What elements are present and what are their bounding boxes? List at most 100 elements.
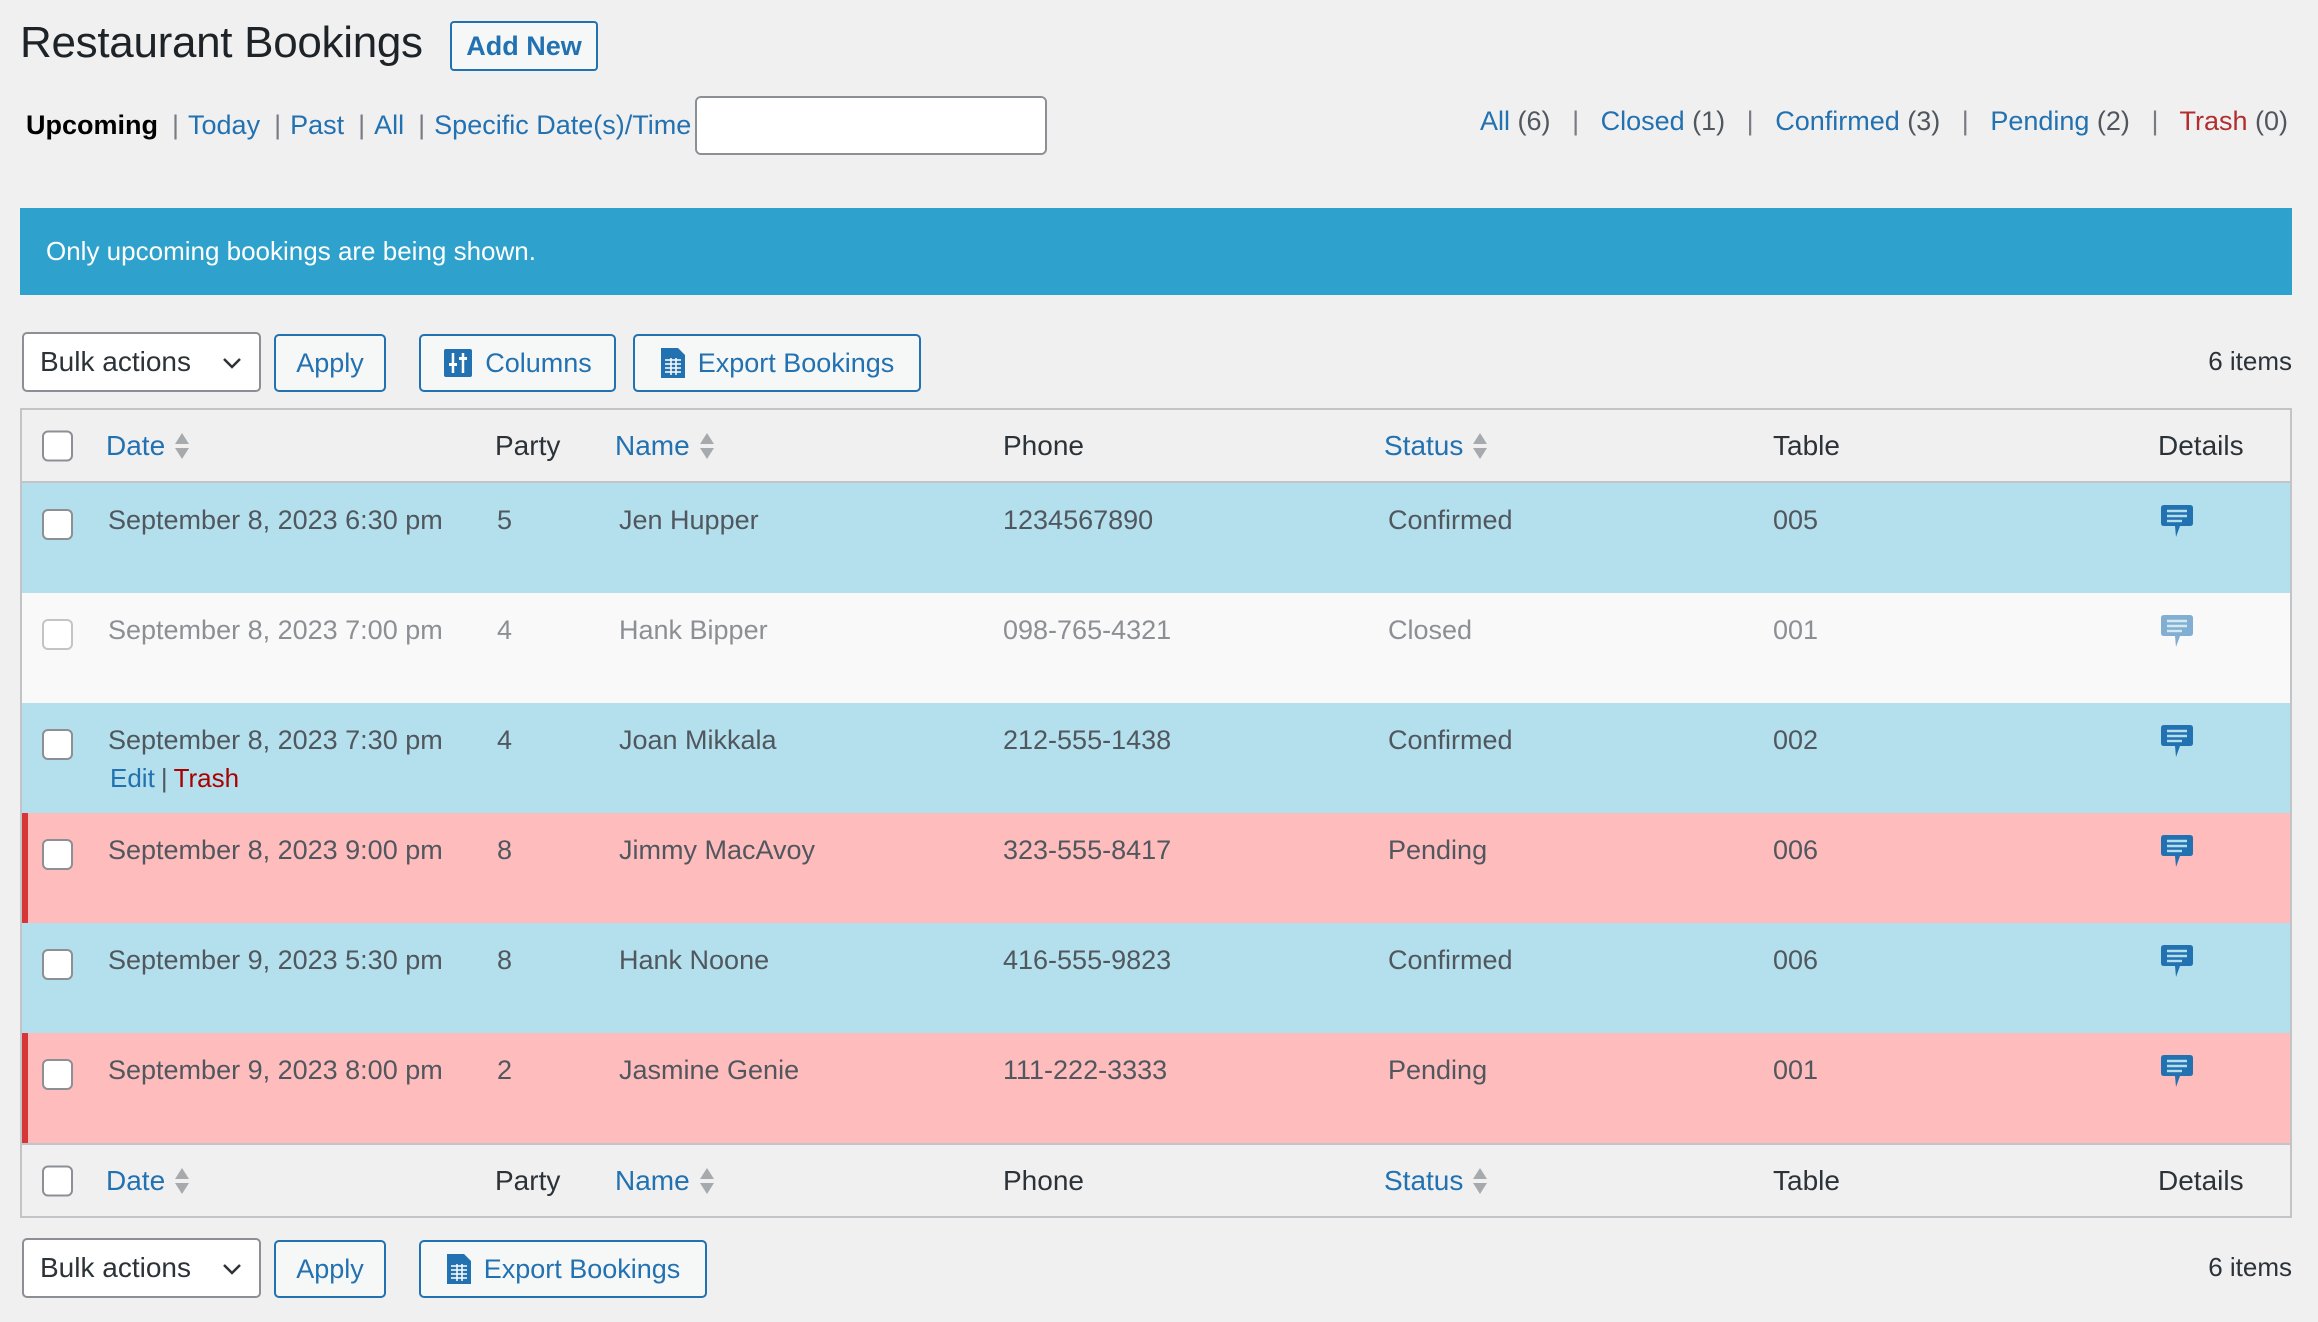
row-checkbox[interactable] [42,1059,73,1090]
columns-label: Columns [485,347,592,378]
table-footer: Date Party Name Phone Status Table Detai… [22,1143,2290,1216]
columns-button[interactable]: Columns [419,334,616,392]
guest-name: Jimmy MacAvoy [619,835,816,865]
column-date-footer[interactable]: Date [106,1165,190,1197]
status-confirmed[interactable]: Confirmed [1775,106,1900,136]
table-row: September 8, 2023 7:00 pm 4 Hank Bipper 098… [22,593,2290,703]
column-status-footer[interactable]: Status [1384,1164,1488,1197]
phone-number: 323-555-8417 [1003,835,1172,865]
items-count: 6 items [2208,346,2292,376]
add-new-button[interactable]: Add New [450,21,598,71]
guest-name: Hank Bipper [619,615,768,645]
filter-specific-date[interactable]: Specific Date(s)/Time [434,110,691,141]
status-pending-count: (2) [2096,106,2130,136]
details-comment-icon[interactable] [2160,1053,2194,1096]
row-checkbox[interactable] [42,729,73,760]
column-table: Table [1773,429,1840,461]
table-row: September 8, 2023 6:30 pm 5 Jen Hupper 1234… [22,483,2290,593]
column-name-label: Name [615,429,690,461]
column-date[interactable]: Date [106,429,190,462]
sort-icon [699,1167,714,1194]
row-checkbox[interactable] [42,509,73,540]
details-comment-icon[interactable] [2160,613,2194,656]
row-checkbox[interactable] [42,949,73,980]
party-size: 8 [497,835,513,865]
status-trash[interactable]: Trash [2179,106,2247,136]
apply-button-bottom[interactable]: Apply [274,1240,386,1298]
phone-number: 1234567890 [1003,505,1154,535]
guest-name: Joan Mikkala [619,725,777,755]
status-pending[interactable]: Pending [1990,106,2089,136]
status-filter-links: All (6) | Closed (1) | Confirmed (3) | P… [1480,106,2288,137]
select-all-checkbox[interactable] [42,430,73,461]
phone-number: 212-555-1438 [1003,725,1172,755]
booking-status: Pending [1388,835,1488,865]
bulk-actions-select[interactable]: Bulk actions [22,332,261,392]
column-name-footer[interactable]: Name [615,1165,714,1197]
table-row: September 9, 2023 8:00 pm 2 Jasmine Genie 1… [22,1033,2290,1143]
table-number: 005 [1773,505,1819,535]
apply-button[interactable]: Apply [274,334,386,392]
filter-today[interactable]: Today [188,110,260,141]
export-label: Export Bookings [483,1253,681,1284]
booking-status: Confirmed [1388,725,1513,755]
separator: | [358,110,366,140]
filter-upcoming[interactable]: Upcoming [26,110,158,141]
tablenav-top: Bulk actions Apply Columns Export Bookin… [22,332,2292,394]
details-comment-icon[interactable] [2160,833,2194,876]
booking-date: September 8, 2023 7:30 pm [108,725,443,755]
status-all[interactable]: All [1480,106,1510,136]
table-number: 006 [1773,835,1819,865]
details-comment-icon[interactable] [2160,723,2194,766]
column-phone: Phone [1003,429,1084,461]
column-status[interactable]: Status [1384,430,1488,462]
party-size: 5 [497,505,513,535]
table-body: September 8, 2023 6:30 pm 5 Jen Hupper 1234… [22,483,2290,1143]
separator: | [160,763,168,793]
separator: | [1961,106,1969,136]
table-row: September 8, 2023 9:00 pm 8 Jimmy MacAvoy 3… [22,813,2290,923]
info-notice: Only upcoming bookings are being shown. [20,208,2292,295]
bulk-actions-label: Bulk actions [40,346,191,377]
status-trash-count: (0) [2255,106,2288,136]
tablenav-bottom: Bulk actions Apply Export Bookings 6 ite… [22,1238,2292,1300]
status-closed[interactable]: Closed [1601,106,1685,136]
select-all-checkbox-footer[interactable] [42,1165,73,1196]
sort-icon [175,1167,190,1194]
column-table-footer: Table [1773,1164,1840,1196]
trash-link[interactable]: Trash [174,763,240,793]
bulk-actions-label: Bulk actions [40,1252,191,1283]
search-box [695,96,1047,155]
column-name[interactable]: Name [615,430,714,462]
export-label: Export Bookings [697,347,895,378]
separator: | [1572,106,1580,136]
guest-name: Jen Hupper [619,505,759,535]
separator: | [2151,106,2159,136]
separator: | [274,110,282,140]
booking-date: September 9, 2023 8:00 pm [108,1055,443,1085]
sort-icon [699,432,714,459]
booking-date: September 8, 2023 9:00 pm [108,835,443,865]
column-date-label: Date [106,429,166,461]
row-checkbox[interactable] [42,839,73,870]
separator: | [1746,106,1754,136]
party-size: 4 [497,615,513,645]
details-comment-icon[interactable] [2160,503,2194,546]
export-bookings-button[interactable]: Export Bookings [633,334,921,392]
party-size: 2 [497,1055,513,1085]
page-title: Restaurant Bookings [20,18,423,67]
items-count-bottom: 6 items [2208,1252,2292,1282]
status-confirmed-count: (3) [1907,106,1941,136]
row-checkbox[interactable] [42,619,73,650]
bulk-actions-select-bottom[interactable]: Bulk actions [22,1238,261,1298]
filter-past[interactable]: Past [290,110,344,141]
guest-name: Jasmine Genie [619,1055,800,1085]
search-input[interactable] [697,98,1045,153]
edit-link[interactable]: Edit [110,763,155,793]
phone-number: 416-555-9823 [1003,945,1172,975]
column-party-footer: Party [495,1164,561,1196]
column-status-label: Status [1384,1164,1464,1196]
filter-all[interactable]: All [374,110,404,141]
details-comment-icon[interactable] [2160,943,2194,986]
export-bookings-button-bottom[interactable]: Export Bookings [419,1240,707,1298]
